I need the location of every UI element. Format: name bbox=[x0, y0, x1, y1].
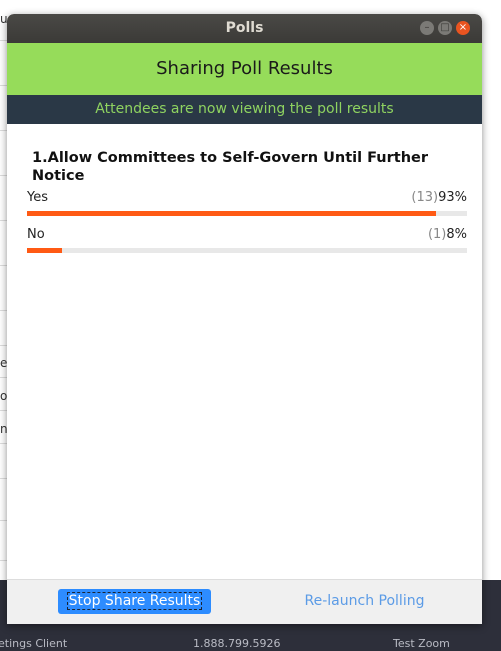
answer-percent: 93% bbox=[438, 190, 467, 205]
relaunch-polling-button[interactable]: Re-launch Polling bbox=[292, 589, 437, 614]
answer-label-no: No bbox=[27, 227, 45, 242]
background-panel bbox=[482, 40, 501, 580]
stop-share-results-button[interactable]: Stop Share Results bbox=[58, 589, 211, 614]
answer-count: (13) bbox=[411, 190, 439, 205]
answer-label-yes: Yes bbox=[27, 190, 48, 205]
poll-question: 1.Allow Committees to Self-Govern Until … bbox=[32, 150, 429, 184]
status-banner: Attendees are now viewing the poll resul… bbox=[7, 95, 482, 124]
footer-client-text: etings Client bbox=[0, 637, 68, 650]
maximize-icon[interactable]: □ bbox=[438, 21, 452, 35]
stop-share-label: Stop Share Results bbox=[66, 592, 203, 610]
result-bar-no bbox=[27, 248, 467, 253]
result-bar-yes bbox=[27, 211, 467, 216]
result-bar-fill bbox=[27, 211, 437, 216]
answer-stat-yes: (13)93% bbox=[411, 190, 467, 205]
minimize-icon[interactable]: – bbox=[420, 21, 434, 35]
result-bar-fill bbox=[27, 248, 63, 253]
answer-stat-no: (1)8% bbox=[428, 227, 467, 242]
answer-percent: 8% bbox=[446, 227, 467, 242]
polls-window: Polls – □ × Sharing Poll Results Attende… bbox=[7, 14, 482, 624]
window-title: Polls bbox=[225, 20, 264, 36]
footer-phone: 1.888.799.5926 bbox=[193, 637, 281, 650]
sharing-header: Sharing Poll Results bbox=[7, 43, 482, 95]
close-icon[interactable]: × bbox=[456, 21, 470, 35]
title-bar[interactable]: Polls – □ × bbox=[7, 14, 482, 43]
footer-test-zoom: Test Zoom bbox=[393, 637, 450, 650]
answer-count: (1) bbox=[427, 227, 447, 242]
